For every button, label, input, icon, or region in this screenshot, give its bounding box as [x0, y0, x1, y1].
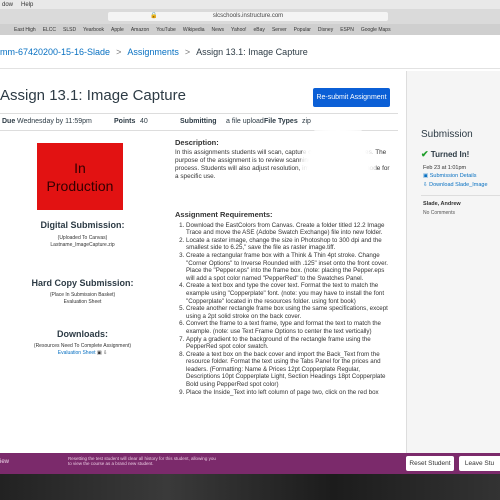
bookmark[interactable]: ELCC — [43, 27, 56, 33]
digital-submission-line2: Lastname_ImageCapture.zip — [50, 242, 115, 248]
preview-icon[interactable]: ▣ — [97, 350, 102, 356]
hardcopy-line2: Evaluation Sheet — [63, 299, 102, 305]
bookmark[interactable]: Popular — [294, 27, 311, 33]
production-line-2: Production — [46, 177, 114, 194]
checkmark-icon: ✔ — [421, 149, 429, 159]
bookmark[interactable]: SLSD — [63, 27, 76, 33]
production-line-1: In — [74, 159, 86, 176]
page: mm-67420200-15-16-Slade > Assignments > … — [0, 35, 500, 453]
browser-address-bar: slcschools.instructure.com 🔒 — [0, 9, 500, 24]
list-item: Apply a gradient to the background of th… — [186, 336, 390, 351]
bookmark[interactable]: Yahoo! — [231, 27, 246, 33]
hardcopy-submission-heading: Hard Copy Submission: — [31, 278, 134, 288]
bookmark[interactable]: eBay — [254, 27, 265, 33]
downloads-line1: (Resources Need To Complete Assignment) — [33, 343, 132, 349]
submission-details-link[interactable]: Submission Details — [430, 173, 477, 179]
bookmark[interactable]: Google Maps — [361, 27, 391, 33]
os-menu-help[interactable]: Help — [21, 2, 33, 8]
list-item: Create another rectangle frame box using… — [186, 305, 390, 320]
turned-in-label: Turned In! — [430, 150, 470, 159]
submitting-value: a file upload — [226, 118, 264, 125]
due-value: Wednesday by 11:59pm — [17, 118, 92, 125]
requirements: Assignment Requirements: Download the Ea… — [175, 211, 390, 396]
breadcrumb-assignments[interactable]: Assignments — [127, 47, 179, 57]
breadcrumb-current: Assign 13.1: Image Capture — [196, 46, 308, 57]
list-item: Locate a raster image, change the size i… — [186, 237, 390, 252]
student-view-label: iew — [0, 459, 10, 465]
due-label: Due — [2, 118, 16, 125]
reset-message: Resetting the test student will clear al… — [68, 456, 216, 466]
download-icon: ⇩ — [423, 182, 428, 188]
list-item: Create a text box and type the cover tex… — [186, 282, 390, 305]
resubmit-button[interactable]: Re-submit Assignment — [313, 88, 390, 107]
submission-sidebar: Submission ✔ Turned In! Feb 23 at 1:01pm… — [406, 71, 500, 453]
comments-text: No Comments — [423, 210, 455, 216]
points-value: 40 — [140, 118, 148, 125]
bookmark[interactable]: Amazon — [131, 27, 149, 33]
requirements-heading: Assignment Requirements: — [175, 210, 273, 219]
screen-glare — [300, 120, 376, 216]
digital-submission-heading: Digital Submission: — [40, 220, 125, 230]
downloads-heading: Downloads: — [57, 329, 108, 339]
reset-student-button[interactable]: Reset Student — [406, 456, 454, 471]
bookmark[interactable]: Yearbook — [83, 27, 104, 33]
list-item: Convert the frame to a text frame, type … — [186, 320, 390, 335]
hardcopy-line1: (Place In Submission Basket) — [49, 292, 116, 298]
requirements-list: Download the EastColors from Canvas. Cre… — [175, 222, 390, 397]
submission-details-icon: ▣ — [423, 173, 429, 179]
divider — [421, 195, 500, 196]
bookmark[interactable]: Disney — [318, 27, 333, 33]
bookmark[interactable]: Wikipedia — [183, 27, 205, 33]
bookmark[interactable]: Server — [272, 27, 287, 33]
download-icon[interactable]: ⇩ — [103, 350, 107, 356]
list-item: Place the Inside_Text into left column o… — [186, 389, 390, 397]
list-item: Create a rectangular frame box with a Th… — [186, 252, 390, 282]
file-types-value: zip — [302, 118, 311, 125]
desk-background — [0, 474, 500, 500]
lock-icon: 🔒 — [150, 13, 158, 19]
breadcrumb-separator-icon: > — [184, 46, 191, 57]
submitting-label: Submitting — [180, 118, 217, 125]
file-types-label: File Types — [264, 118, 298, 125]
breadcrumb-separator-icon: > — [116, 46, 122, 57]
download-submission-link[interactable]: Download Slade_Image — [429, 182, 487, 188]
bookmark[interactable]: YouTube — [156, 27, 176, 33]
list-item: Download the EastColors from Canvas. Cre… — [186, 222, 390, 237]
leave-student-view-button[interactable]: Leave Stu — [459, 456, 500, 471]
bookmarks-bar: East High ELCC SLSD Yearbook Apple Amazo… — [0, 24, 500, 35]
in-production-image: In Production — [37, 143, 123, 210]
bookmark[interactable]: East High — [14, 27, 36, 33]
digital-submission-line1: (Uploaded To Canvas) — [57, 235, 108, 241]
submission-date: Feb 23 at 1:01pm — [423, 165, 467, 171]
os-menu-window[interactable]: dow — [2, 2, 13, 8]
bookmark[interactable]: Apple — [111, 27, 124, 33]
commenter-name: Slade, Andrew — [423, 201, 461, 207]
breadcrumb-course[interactable]: mm-67420200-15-16-Slade — [0, 47, 110, 57]
evaluation-sheet-link[interactable]: Evaluation Sheet — [58, 350, 96, 356]
points-label: Points — [114, 118, 136, 125]
bookmark[interactable]: ESPN — [340, 27, 354, 33]
bookmark[interactable]: News — [212, 27, 225, 33]
breadcrumb: mm-67420200-15-16-Slade > Assignments > … — [0, 35, 500, 69]
os-menu-bar: dow Help — [0, 0, 500, 9]
page-title: Assign 13.1: Image Capture — [0, 87, 186, 104]
student-view-bar: iew Resetting the test student will clea… — [0, 453, 500, 474]
submission-heading: Submission — [421, 129, 473, 140]
list-item: Create a text box on the back cover and … — [186, 351, 390, 389]
